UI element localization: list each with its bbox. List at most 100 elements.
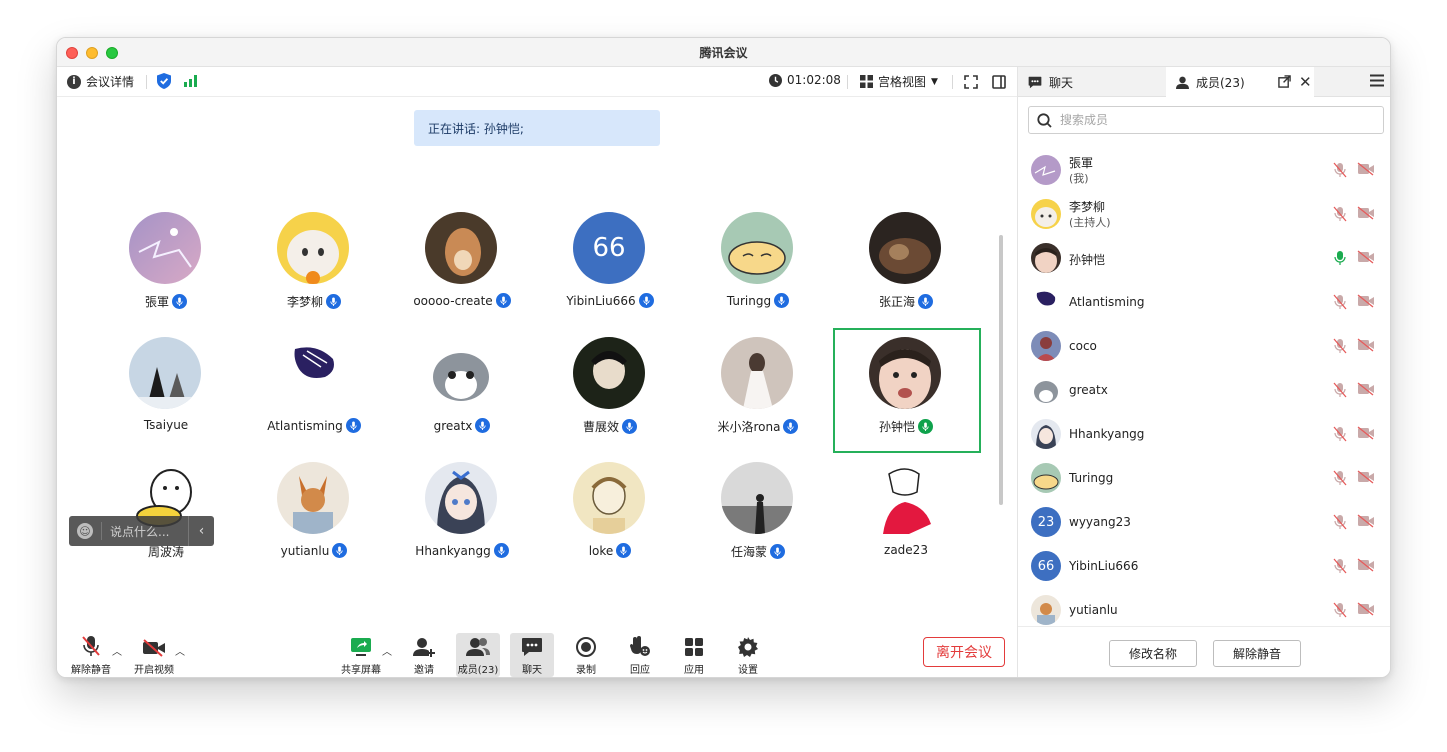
chat-input-placeholder[interactable]: 说点什么... [110,523,169,540]
leave-meeting-button[interactable]: 离开会议 [923,637,1005,667]
chevron-left-icon[interactable]: ‹ [188,516,214,546]
unmute-button[interactable]: 解除静音 [69,633,113,677]
search-icon [1037,112,1052,128]
mic-muted-icon[interactable] [1333,338,1347,354]
avatar [129,212,201,284]
camera-off-icon[interactable] [1357,338,1375,352]
fullscreen-button[interactable] [964,75,978,89]
member-search-input[interactable] [1060,113,1360,127]
list-item[interactable]: Turingg [1018,456,1390,500]
tab-members[interactable]: 成员(23) [1166,67,1314,97]
share-screen-icon [351,638,371,656]
list-item[interactable]: 李梦柳 (主持人) [1018,192,1390,236]
mic-muted-icon[interactable] [1333,514,1347,530]
security-shield-button[interactable] [157,73,171,89]
participant-tile[interactable]: 李梦柳 [240,212,388,337]
share-screen-button[interactable]: 共享屏幕 [339,633,383,677]
camera-off-icon[interactable] [1357,426,1375,440]
participant-tile[interactable]: Tsaiyue [92,337,240,462]
caret-up-icon[interactable]: ︿ [112,643,122,658]
popout-panel-button[interactable] [1278,75,1291,91]
settings-button[interactable]: 设置 [726,633,770,677]
camera-off-icon[interactable] [1357,294,1375,308]
list-item[interactable]: 張軍 (我) [1018,148,1390,192]
member-role: (我) [1069,172,1089,185]
mic-muted-icon[interactable] [1333,602,1347,618]
mic-muted-icon[interactable] [1333,162,1347,178]
reactions-label: 回应 [630,665,650,676]
camera-off-icon[interactable] [1357,558,1375,572]
participant-tile[interactable]: greatx [388,337,536,462]
participant-tile[interactable]: zade23 [832,462,980,587]
participant-tile[interactable]: 张正海 [832,212,980,337]
avatar [1031,155,1061,185]
mic-muted-icon[interactable] [1333,426,1347,442]
participant-tile[interactable]: loke [536,462,684,587]
mic-muted-icon[interactable] [1333,382,1347,398]
apps-button[interactable]: 应用 [672,633,716,677]
camera-off-icon[interactable] [1357,514,1375,528]
record-button[interactable]: 录制 [564,633,608,677]
reactions-button[interactable]: 回应 [618,633,662,677]
participant-tile[interactable]: Hhankyangg [388,462,536,587]
mic-muted-icon[interactable] [1333,294,1347,310]
toggle-sidebar-button[interactable] [992,75,1006,89]
meeting-window: 腾讯会议 i 会议详情 01:02:08 宫格视图 ▼ 正在讲话: 孙钟恺; 張… [56,37,1391,678]
camera-off-icon[interactable] [1357,602,1375,616]
mic-on-icon [774,293,790,308]
list-item[interactable]: 23 wyyang23 [1018,500,1390,544]
participant-tile[interactable]: yutianlu [240,462,388,587]
list-item[interactable]: Hhankyangg [1018,412,1390,456]
participant-tile[interactable]: Atlantisming [240,337,388,462]
invite-label: 邀请 [414,665,434,676]
grid-scrollbar[interactable] [999,235,1003,505]
camera-off-icon[interactable] [1357,382,1375,396]
panel-menu-button[interactable] [1370,74,1384,90]
member-search-box[interactable] [1028,106,1384,134]
start-video-button[interactable]: 开启视频 [132,633,176,677]
unmute-self-button[interactable]: 解除静音 [1213,640,1301,667]
caret-up-icon[interactable]: ︿ [382,643,392,658]
member-name: 孙钟恺 [1069,253,1106,267]
list-item[interactable]: 66 YibinLiu666 [1018,544,1390,588]
participant-tile[interactable]: 米小洛rona [684,337,832,462]
caret-up-icon[interactable]: ︿ [175,643,185,658]
list-item[interactable]: Atlantisming [1018,280,1390,324]
participant-tile[interactable]: 任海蒙 [684,462,832,587]
chat-bubble-icon [522,638,542,656]
tab-chat[interactable]: 聊天 [1018,67,1166,97]
network-signal-indicator[interactable] [184,75,198,87]
mic-active-icon[interactable] [1333,250,1347,266]
camera-off-icon[interactable] [1357,250,1375,264]
camera-off-icon[interactable] [1357,162,1375,176]
participant-tile[interactable]: 張軍 [92,212,240,337]
mic-muted-icon[interactable] [1333,470,1347,486]
title-bar: 腾讯会议 [57,38,1390,67]
participant-tile[interactable]: ooooo-create [388,212,536,337]
invite-button[interactable]: 邀请 [402,633,446,677]
list-item[interactable]: 孙钟恺 [1018,236,1390,280]
list-item[interactable]: coco [1018,324,1390,368]
mic-muted-icon[interactable] [1333,206,1347,222]
mic-on-icon [616,543,632,558]
rename-button[interactable]: 修改名称 [1109,640,1197,667]
chat-button[interactable]: 聊天 [510,633,554,677]
emoji-icon[interactable]: ☺ [77,523,93,539]
meeting-details-button[interactable]: i 会议详情 [67,73,134,90]
meeting-details-label: 会议详情 [86,75,135,89]
member-name: greatx [1069,383,1108,397]
members-button[interactable]: 成员(23) [456,633,500,677]
close-icon[interactable]: ✕ [1299,73,1312,91]
participant-tile[interactable]: 曹展效 [536,337,684,462]
participant-tile[interactable]: 66 YibinLiu666 [536,212,684,337]
camera-off-icon[interactable] [1357,470,1375,484]
participant-name: 曹展效 [582,420,619,434]
mic-muted-icon[interactable] [1333,558,1347,574]
view-mode-dropdown[interactable]: 宫格视图 ▼ [860,73,938,90]
meeting-timer: 01:02:08 [769,73,841,87]
floating-chat-input[interactable]: ☺ 说点什么... ‹ [69,516,214,546]
list-item[interactable]: greatx [1018,368,1390,412]
participant-tile[interactable]: Turingg [684,212,832,337]
avatar [573,462,645,534]
camera-off-icon[interactable] [1357,206,1375,220]
